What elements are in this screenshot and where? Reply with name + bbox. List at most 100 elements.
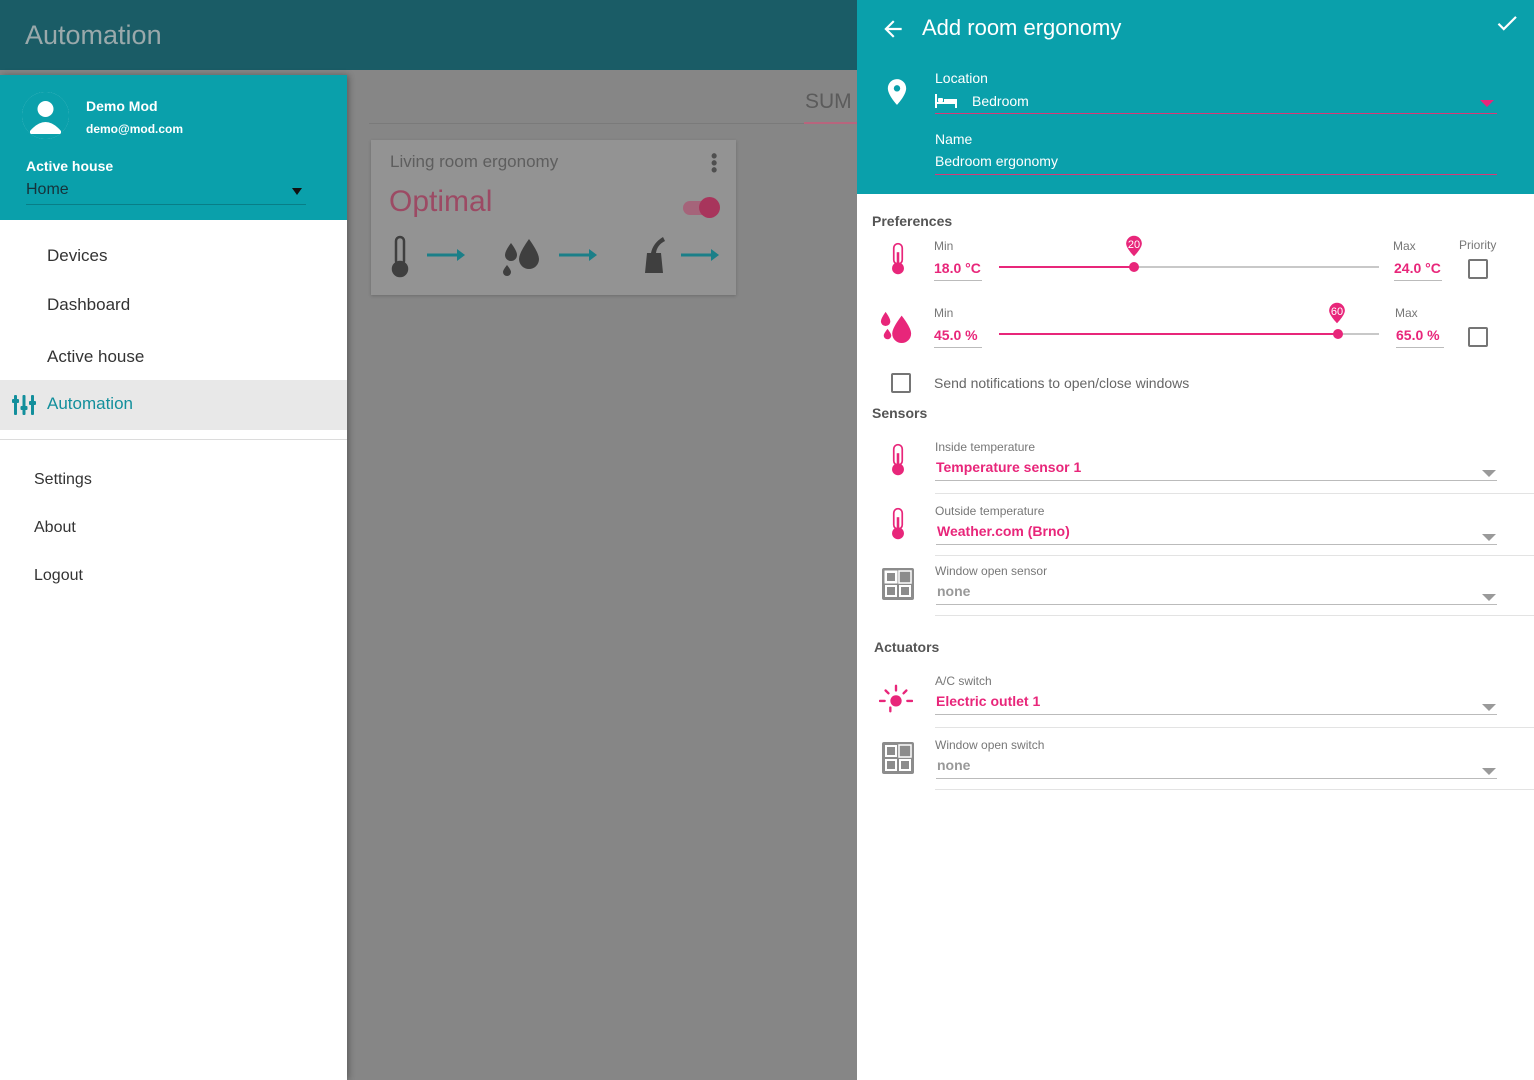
temp-min-input[interactable]: 18.0 °C	[934, 260, 982, 281]
thermometer-icon	[892, 507, 904, 540]
card-status: Optimal	[389, 185, 493, 218]
nav-item-logout[interactable]: Logout	[34, 567, 83, 585]
back-arrow-icon[interactable]	[880, 16, 906, 42]
window-open-switch-value: none	[937, 757, 971, 773]
row-divider	[935, 615, 1534, 616]
arrow-right-icon	[559, 249, 597, 261]
temp-max-label: Max	[1393, 239, 1416, 253]
sensors-title: Sensors	[872, 405, 928, 421]
active-house-label: Active house	[26, 158, 114, 174]
check-icon[interactable]	[1494, 10, 1520, 36]
thermometer-icon	[391, 235, 409, 278]
notifications-checkbox[interactable]	[891, 373, 911, 393]
arrow-right-icon	[427, 249, 465, 261]
active-house-select[interactable]: Home	[26, 181, 306, 205]
location-select[interactable]: Bedroom	[935, 92, 1497, 114]
window-icon	[882, 568, 914, 600]
temp-max-input[interactable]: 24.0 °C	[1394, 260, 1442, 281]
dropdown-caret-icon	[1482, 594, 1496, 601]
nav-item-label: Devices	[47, 246, 108, 265]
dropdown-caret-icon	[1482, 768, 1496, 775]
temp-slider-fill	[999, 266, 1135, 268]
actuators-title: Actuators	[874, 639, 940, 655]
drawer-header: Demo Mod demo@mod.com Active house Home	[0, 75, 347, 220]
preferences-title: Preferences	[872, 213, 953, 229]
thermometer-icon	[892, 443, 904, 476]
nav-item-dashboard[interactable]: Dashboard	[0, 281, 347, 331]
location-value: Bedroom	[972, 93, 1029, 109]
inside-temperature-select[interactable]: Temperature sensor 1	[935, 459, 1497, 481]
inside-temperature-label: Inside temperature	[935, 440, 1036, 454]
window-open-sensor-label: Window open sensor	[935, 564, 1048, 578]
humidity-icon	[503, 239, 539, 276]
window-open-sensor-select[interactable]: none	[936, 583, 1497, 605]
temp-slider-value: 20	[1123, 235, 1145, 257]
outside-temperature-select[interactable]: Weather.com (Brno)	[936, 523, 1497, 545]
location-label: Location	[935, 70, 988, 86]
ac-switch-value: Electric outlet 1	[936, 693, 1041, 709]
outside-temperature-label: Outside temperature	[935, 504, 1045, 518]
window-icon	[882, 742, 914, 774]
nav-item-active-house[interactable]: Active house	[0, 333, 347, 383]
user-email: demo@mod.com	[86, 122, 184, 136]
tune-icon	[12, 395, 36, 415]
nav-item-label: Active house	[47, 347, 145, 366]
more-vert-icon[interactable]: • • •	[711, 147, 717, 179]
name-label: Name	[935, 131, 973, 147]
temp-priority-checkbox[interactable]	[1468, 259, 1488, 279]
dropdown-caret-icon	[1482, 470, 1496, 477]
app-title: Automation	[25, 20, 162, 50]
notifications-label: Send notifications to open/close windows	[934, 375, 1190, 391]
inside-temperature-value: Temperature sensor 1	[936, 459, 1082, 475]
dropdown-caret-icon	[1482, 534, 1496, 541]
row-divider	[935, 727, 1534, 728]
avatar[interactable]	[22, 92, 69, 139]
window-open-switch-select[interactable]: none	[936, 757, 1497, 779]
humidity-slider-thumb[interactable]	[1333, 329, 1343, 339]
outside-temperature-value: Weather.com (Brno)	[937, 523, 1070, 539]
arrow-right-icon	[681, 249, 719, 261]
card-title: Living room ergonomy	[390, 152, 559, 171]
tab-bar-divider	[369, 123, 869, 124]
tab-summary[interactable]: SUM	[805, 90, 852, 114]
dropdown-caret-icon	[1482, 704, 1496, 711]
nav-item-devices[interactable]: Devices	[0, 232, 347, 282]
location-pin-icon	[887, 79, 907, 105]
card-icons	[391, 235, 719, 278]
bed-icon	[935, 94, 957, 108]
humidity-max-input[interactable]: 65.0 %	[1396, 327, 1444, 348]
name-input[interactable]: Bedroom ergonomy	[935, 153, 1497, 175]
light-icon	[879, 684, 913, 713]
temp-slider-value-text: 20	[1127, 239, 1141, 251]
navigation-drawer: Demo Mod demo@mod.com Active house Home …	[0, 75, 347, 1080]
row-divider	[935, 493, 1534, 494]
humidity-icon	[880, 311, 912, 344]
thermometer-icon	[892, 242, 904, 275]
row-divider	[935, 555, 1534, 556]
panel-header: Add room ergonomy Location Bedroom Name	[857, 0, 1534, 194]
ac-switch-select[interactable]: Electric outlet 1	[935, 693, 1497, 715]
add-ergonomy-panel: Add room ergonomy Location Bedroom Name	[857, 0, 1534, 1080]
window-tool-icon	[645, 237, 665, 273]
account-icon	[22, 92, 69, 139]
panel-title: Add room ergonomy	[922, 15, 1122, 40]
ac-switch-label: A/C switch	[935, 674, 992, 688]
name-value: Bedroom ergonomy	[935, 153, 1058, 169]
temp-slider-thumb[interactable]	[1129, 262, 1139, 272]
humidity-min-label: Min	[934, 306, 954, 320]
automation-card[interactable]: Living room ergonomy • • • Optimal	[371, 140, 736, 295]
humidity-slider-fill	[999, 333, 1338, 335]
temp-min-label: Min	[934, 239, 954, 253]
nav-item-settings[interactable]: Settings	[34, 471, 92, 489]
priority-label: Priority	[1459, 238, 1497, 252]
dropdown-caret-icon	[1480, 100, 1494, 107]
humidity-priority-checkbox[interactable]	[1468, 327, 1488, 347]
humidity-slider-value-text: 60	[1330, 306, 1344, 318]
row-divider	[935, 789, 1534, 790]
dropdown-caret-icon	[292, 188, 302, 195]
nav-item-automation[interactable]: Automation	[0, 380, 347, 430]
humidity-slider-value: 60	[1326, 302, 1348, 324]
nav-item-about[interactable]: About	[34, 519, 76, 537]
nav-divider	[0, 439, 347, 440]
humidity-min-input[interactable]: 45.0 %	[934, 327, 982, 348]
